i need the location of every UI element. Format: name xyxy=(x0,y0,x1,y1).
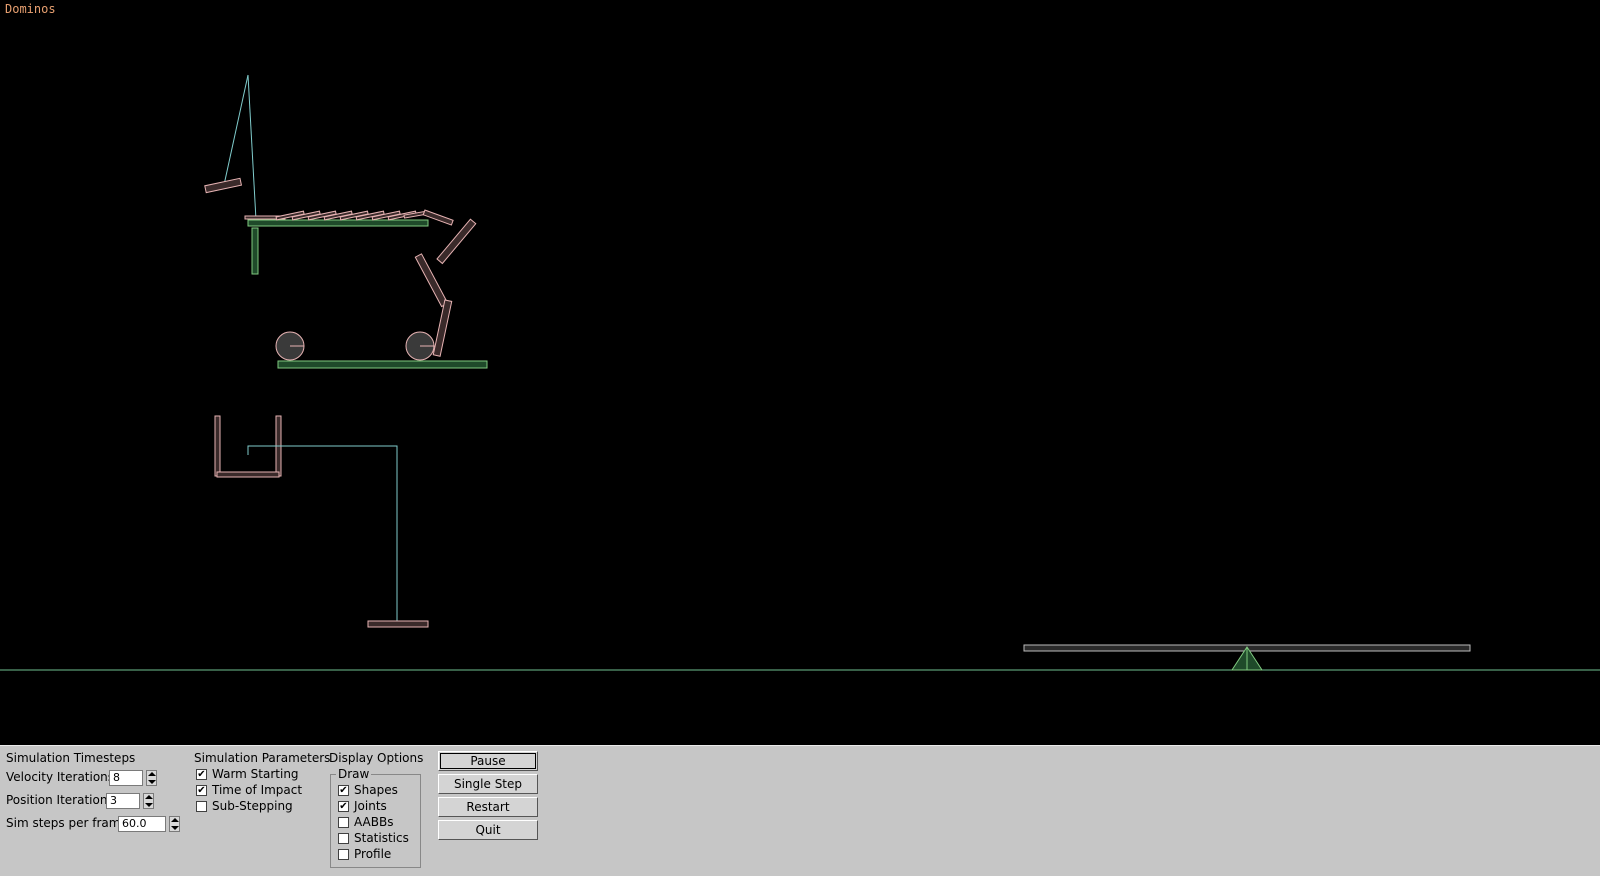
sim-steps-input[interactable]: 60.0 xyxy=(118,816,166,832)
check-icon: ✔ xyxy=(339,785,348,796)
pendulum-rope-back xyxy=(247,74,257,221)
statistics-label: Statistics xyxy=(354,831,409,845)
spin-down-icon[interactable] xyxy=(145,803,153,807)
parameters-title: Simulation Parameters xyxy=(194,751,331,765)
velocity-iterations-spinner[interactable] xyxy=(146,770,157,786)
pendulum-bob xyxy=(204,177,243,194)
aabbs-checkbox[interactable] xyxy=(338,817,349,828)
check-icon: ✔ xyxy=(197,769,206,780)
position-iterations-spinner[interactable] xyxy=(143,793,154,809)
shapes-checkbox[interactable]: ✔ xyxy=(338,785,349,796)
quit-button[interactable]: Quit xyxy=(438,820,538,840)
restart-button[interactable]: Restart xyxy=(438,797,538,817)
time-of-impact-label: Time of Impact xyxy=(212,783,303,797)
pause-button[interactable]: Pause xyxy=(438,751,538,771)
simulation-viewport[interactable]: Dominos xyxy=(0,0,1600,745)
domino-shelf xyxy=(247,219,429,227)
velocity-iterations-label: Velocity Iterations xyxy=(6,770,115,784)
link xyxy=(436,218,477,265)
profile-checkbox[interactable] xyxy=(338,849,349,860)
position-iterations-label: Position Iterations xyxy=(6,793,114,807)
check-icon: ✔ xyxy=(339,801,348,812)
draw-group-label: Draw xyxy=(336,767,372,781)
sub-stepping-label: Sub-Stepping xyxy=(212,799,293,813)
display-options-title: Display Options xyxy=(329,751,424,765)
pendulum-rope xyxy=(223,74,249,186)
single-step-button[interactable]: Single Step xyxy=(438,774,538,794)
time-of-impact-checkbox[interactable]: ✔ xyxy=(196,785,207,796)
spin-up-icon[interactable] xyxy=(171,818,179,822)
spin-down-icon[interactable] xyxy=(148,780,156,784)
shapes-label: Shapes xyxy=(354,783,398,797)
ball-platform xyxy=(277,360,488,369)
spin-down-icon[interactable] xyxy=(171,826,179,830)
joints-label: Joints xyxy=(354,799,387,813)
scene-title: Dominos xyxy=(5,2,56,16)
sub-stepping-checkbox[interactable] xyxy=(196,801,207,812)
profile-label: Profile xyxy=(354,847,392,861)
link xyxy=(432,299,453,357)
aabbs-label: AABBs xyxy=(354,815,394,829)
position-iterations-input[interactable]: 3 xyxy=(106,793,140,809)
shelf-post xyxy=(251,227,259,275)
spin-up-icon[interactable] xyxy=(145,795,153,799)
sim-steps-label: Sim steps per frame xyxy=(6,816,128,830)
joints-checkbox[interactable]: ✔ xyxy=(338,801,349,812)
warm-starting-checkbox[interactable]: ✔ xyxy=(196,769,207,780)
control-panel: Simulation Timesteps Velocity Iterations… xyxy=(0,745,1600,876)
sim-steps-spinner[interactable] xyxy=(169,816,180,832)
warm-starting-label: Warm Starting xyxy=(212,767,299,781)
statistics-checkbox[interactable] xyxy=(338,833,349,844)
pulley-counterweight xyxy=(367,620,429,628)
velocity-iterations-input[interactable]: 8 xyxy=(109,770,143,786)
check-icon: ✔ xyxy=(197,785,206,796)
timesteps-title: Simulation Timesteps xyxy=(6,751,136,765)
physics-scene[interactable] xyxy=(0,0,1600,745)
spin-up-icon[interactable] xyxy=(148,772,156,776)
domino-row xyxy=(244,210,429,221)
